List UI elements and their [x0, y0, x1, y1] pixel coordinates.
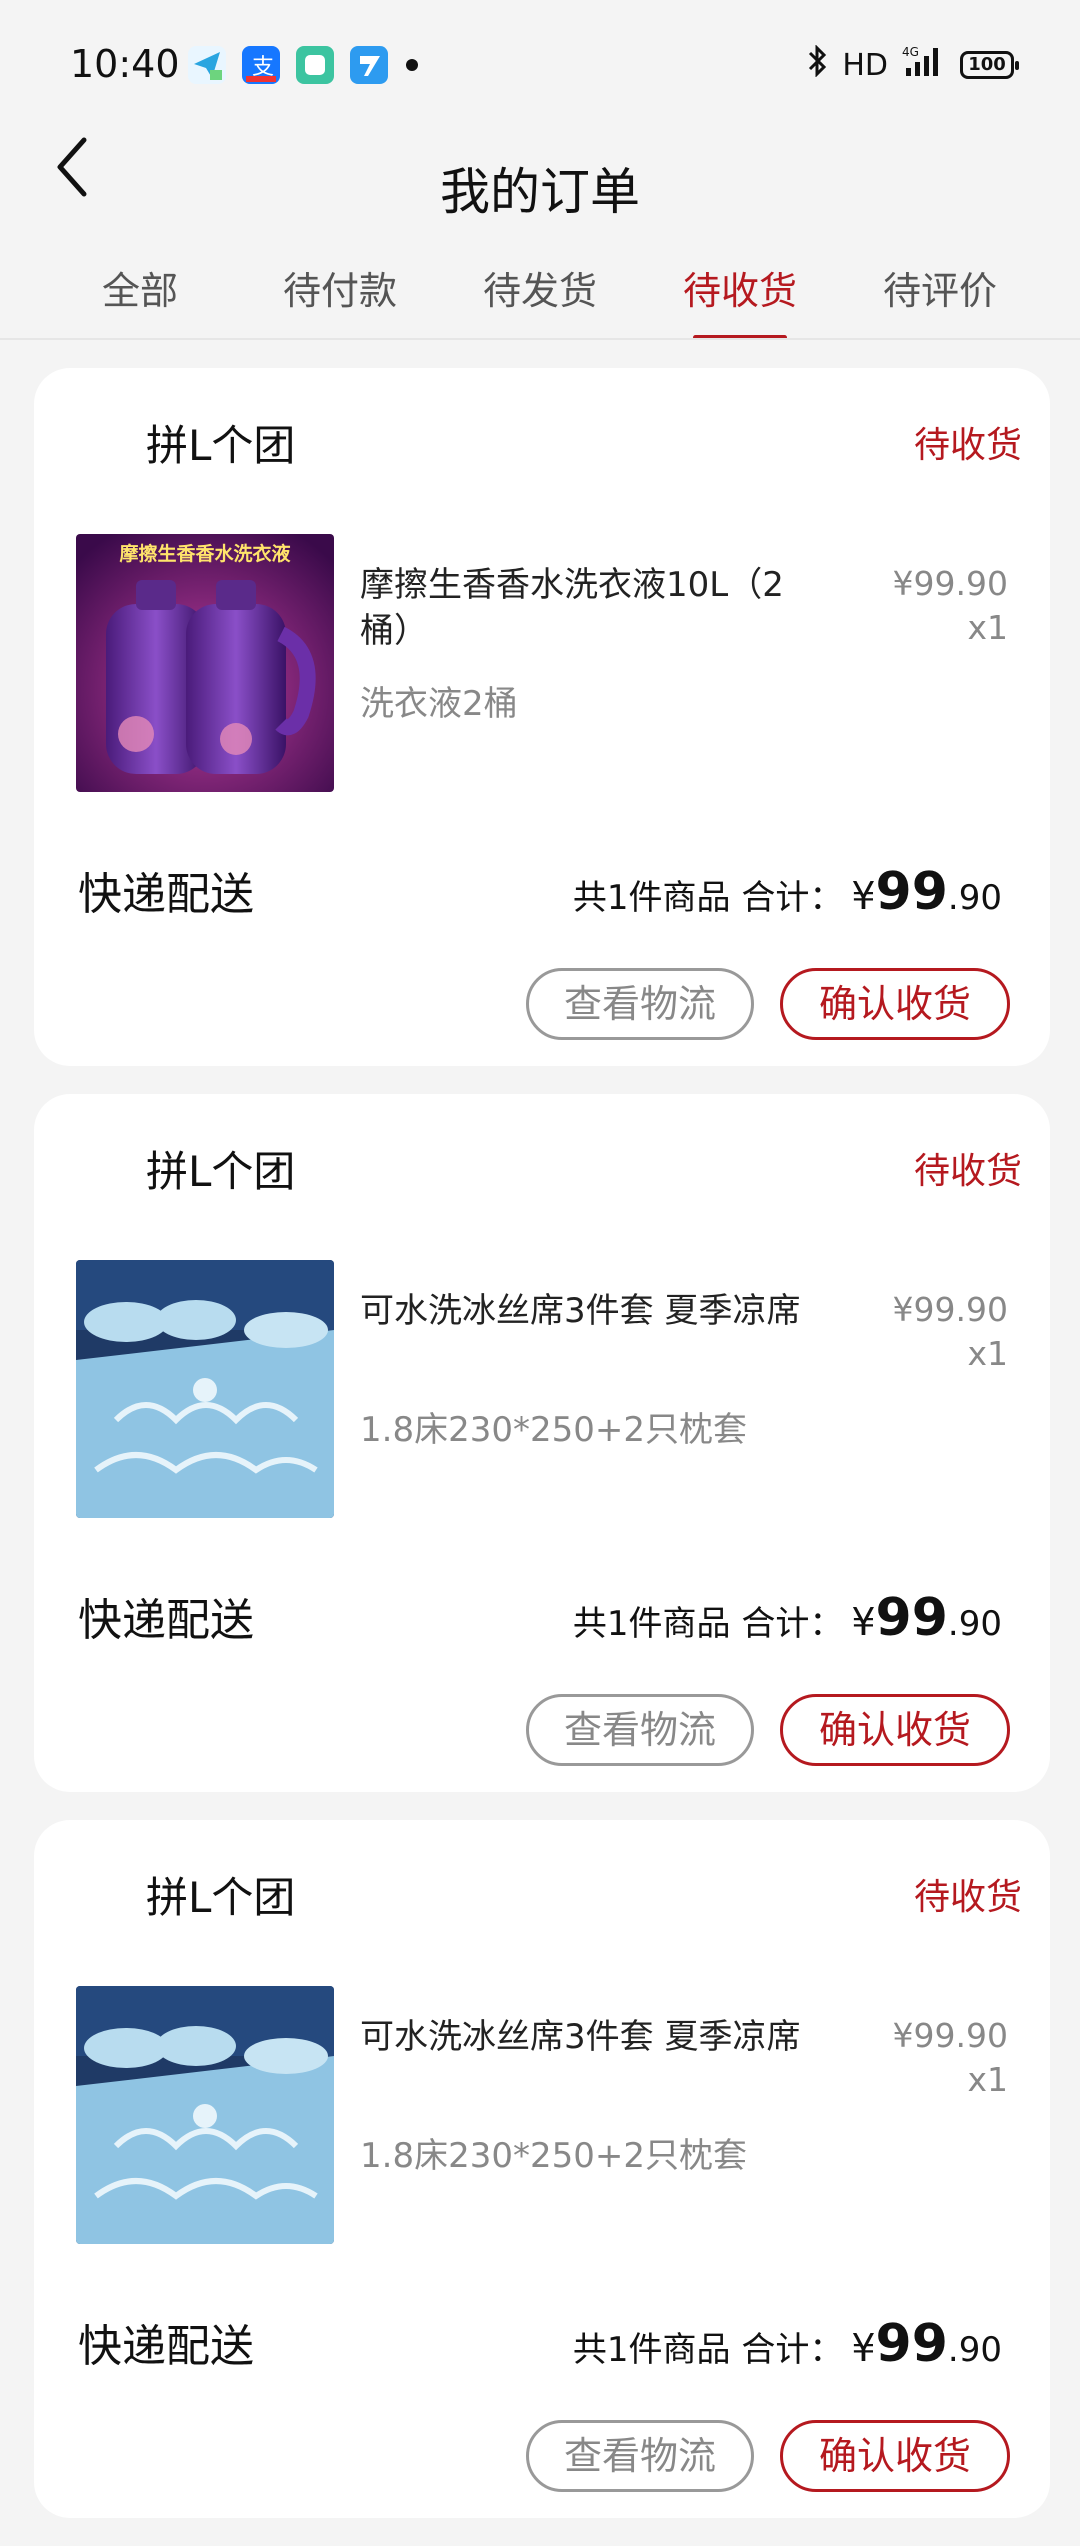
header-divider: [0, 338, 1080, 340]
product-title[interactable]: 摩擦生香香水洗衣液10L（2桶）: [360, 562, 820, 654]
telegram-icon: [188, 46, 226, 84]
status-right: HD 4G 100: [806, 44, 1019, 86]
item-count-label: 共1件商品 合计：: [572, 2330, 844, 2370]
currency-symbol: ¥: [851, 2326, 876, 2370]
quantity: x1: [967, 2060, 1008, 2099]
product-spec: 1.8床230*250+2只枕套: [360, 2136, 747, 2176]
tab-pending-receipt[interactable]: 待收货: [640, 250, 840, 338]
unit-price: ¥99.90: [892, 564, 1008, 603]
shipping-method: 快递配送: [78, 869, 254, 920]
feishu-icon: [350, 46, 388, 84]
product-title[interactable]: 可水洗冰丝席3件套 夏季凉席: [360, 2014, 820, 2060]
product-image[interactable]: 摩擦生香香水洗衣液: [76, 534, 334, 792]
order-tabs: 全部 待付款 待发货 待收货 待评价: [0, 250, 1080, 338]
unit-price-qty: ¥99.90 x1: [893, 2014, 1008, 2102]
currency-symbol: ¥: [851, 1600, 876, 1644]
order-total: 共1件商品 合计： ¥ 99 .90: [573, 2314, 1002, 2374]
order-status: 待收货: [913, 1151, 1022, 1192]
page-header: 我的订单 全部 待付款 待发货 待收货 待评价: [0, 130, 1080, 330]
quantity: x1: [967, 608, 1008, 647]
total-integer: 99: [875, 2314, 948, 2374]
product-image-caption: 摩擦生香香水洗衣液: [119, 542, 291, 565]
product-spec: 1.8床230*250+2只枕套: [360, 1410, 747, 1450]
notification-icons: 支: [188, 46, 418, 84]
order-card[interactable]: 拼L个团 待收货 摩擦生香香水洗衣液 摩擦生香香水洗衣液10L（2桶） 洗衣液2…: [34, 368, 1050, 1066]
shipping-method: 快递配送: [78, 1595, 254, 1646]
tab-all[interactable]: 全部: [40, 250, 240, 338]
order-total: 共1件商品 合计： ¥ 99 .90: [573, 1588, 1002, 1648]
total-decimal: .90: [947, 878, 1002, 918]
product-image[interactable]: [76, 1260, 334, 1518]
shop-name[interactable]: 拼L个团: [146, 1138, 295, 1199]
order-card[interactable]: 拼L个团 待收货 可水洗冰丝席3件套 夏季凉席 1.8床230*250+2只枕套…: [34, 1820, 1050, 2518]
order-total: 共1件商品 合计： ¥ 99 .90: [573, 862, 1002, 922]
tab-pending-review[interactable]: 待评价: [840, 250, 1040, 338]
view-logistics-button[interactable]: 查看物流: [526, 1694, 754, 1766]
view-logistics-button[interactable]: 查看物流: [526, 968, 754, 1040]
total-decimal: .90: [947, 2330, 1002, 2370]
shop-name[interactable]: 拼L个团: [146, 412, 295, 473]
confirm-receipt-button[interactable]: 确认收货: [780, 1694, 1010, 1766]
product-image[interactable]: [76, 1986, 334, 2244]
network-type: HD: [842, 47, 888, 83]
item-count-label: 共1件商品 合计：: [572, 878, 844, 918]
currency-symbol: ¥: [851, 874, 876, 918]
order-status: 待收货: [913, 1877, 1022, 1918]
quantity: x1: [967, 1334, 1008, 1373]
tab-pending-payment[interactable]: 待付款: [240, 250, 440, 338]
battery-icon: 100: [960, 51, 1019, 79]
product-title[interactable]: 可水洗冰丝席3件套 夏季凉席: [360, 1288, 820, 1334]
status-bar: 10:40 支 HD 4G 100: [0, 0, 1080, 130]
signal-label: 4G: [902, 45, 919, 59]
signal-icon: 4G: [902, 44, 946, 86]
total-integer: 99: [875, 1588, 948, 1648]
shop-name[interactable]: 拼L个团: [146, 1864, 295, 1925]
bluetooth-icon: [806, 44, 828, 85]
more-notifications-dot: [406, 59, 418, 71]
confirm-receipt-button[interactable]: 确认收货: [780, 2420, 1010, 2492]
alipay-icon: 支: [242, 46, 280, 84]
shipping-method: 快递配送: [78, 2321, 254, 2372]
tab-pending-shipment[interactable]: 待发货: [440, 250, 640, 338]
product-spec: 洗衣液2桶: [360, 684, 518, 724]
page-title: 我的订单: [440, 163, 640, 221]
unit-price-qty: ¥99.90 x1: [893, 1288, 1008, 1376]
status-time: 10:40: [70, 42, 180, 86]
total-integer: 99: [875, 862, 948, 922]
confirm-receipt-button[interactable]: 确认收货: [780, 968, 1010, 1040]
order-card[interactable]: 拼L个团 待收货 可水洗冰丝席3件套 夏季凉席 1.8床230*250+2只枕套…: [34, 1094, 1050, 1792]
view-logistics-button[interactable]: 查看物流: [526, 2420, 754, 2492]
item-count-label: 共1件商品 合计：: [572, 1604, 844, 1644]
unit-price: ¥99.90: [892, 1290, 1008, 1329]
unit-price-qty: ¥99.90 x1: [893, 562, 1008, 650]
order-status: 待收货: [913, 425, 1022, 466]
app-icon: [296, 46, 334, 84]
total-decimal: .90: [947, 1604, 1002, 1644]
order-list: 拼L个团 待收货 摩擦生香香水洗衣液 摩擦生香香水洗衣液10L（2桶） 洗衣液2…: [34, 368, 1050, 2546]
unit-price: ¥99.90: [892, 2016, 1008, 2055]
